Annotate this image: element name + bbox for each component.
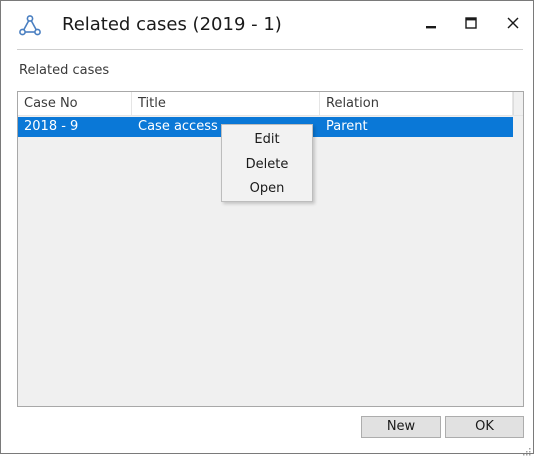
list-header: Case No Title Relation — [18, 92, 523, 116]
window-title: Related cases (2019 - 1) — [62, 14, 282, 35]
context-menu-open[interactable]: Open — [222, 177, 312, 201]
column-header-case-no[interactable]: Case No — [18, 92, 132, 115]
header-filler — [513, 92, 523, 115]
dialog-window: Related cases (2019 - 1) Related cases C… — [0, 0, 534, 456]
section-label: Related cases — [19, 63, 110, 78]
minimize-button[interactable] — [416, 9, 446, 37]
column-header-title[interactable]: Title — [132, 92, 320, 115]
context-menu-delete[interactable]: Delete — [222, 153, 312, 177]
maximize-button[interactable] — [456, 9, 486, 37]
resize-grip-icon[interactable] — [521, 441, 531, 456]
maximize-icon — [465, 14, 477, 33]
minimize-icon — [425, 14, 437, 33]
title-divider — [17, 49, 523, 50]
new-button[interactable]: New — [361, 416, 441, 438]
context-menu-edit[interactable]: Edit — [222, 128, 312, 152]
cell-case-no: 2018 - 9 — [24, 119, 79, 134]
column-header-relation[interactable]: Relation — [320, 92, 513, 115]
relations-icon — [18, 14, 42, 38]
close-button[interactable] — [498, 9, 528, 37]
context-menu: Edit Delete Open — [221, 124, 313, 202]
close-icon — [507, 14, 519, 33]
ok-button[interactable]: OK — [445, 416, 524, 438]
cell-relation: Parent — [326, 119, 368, 134]
